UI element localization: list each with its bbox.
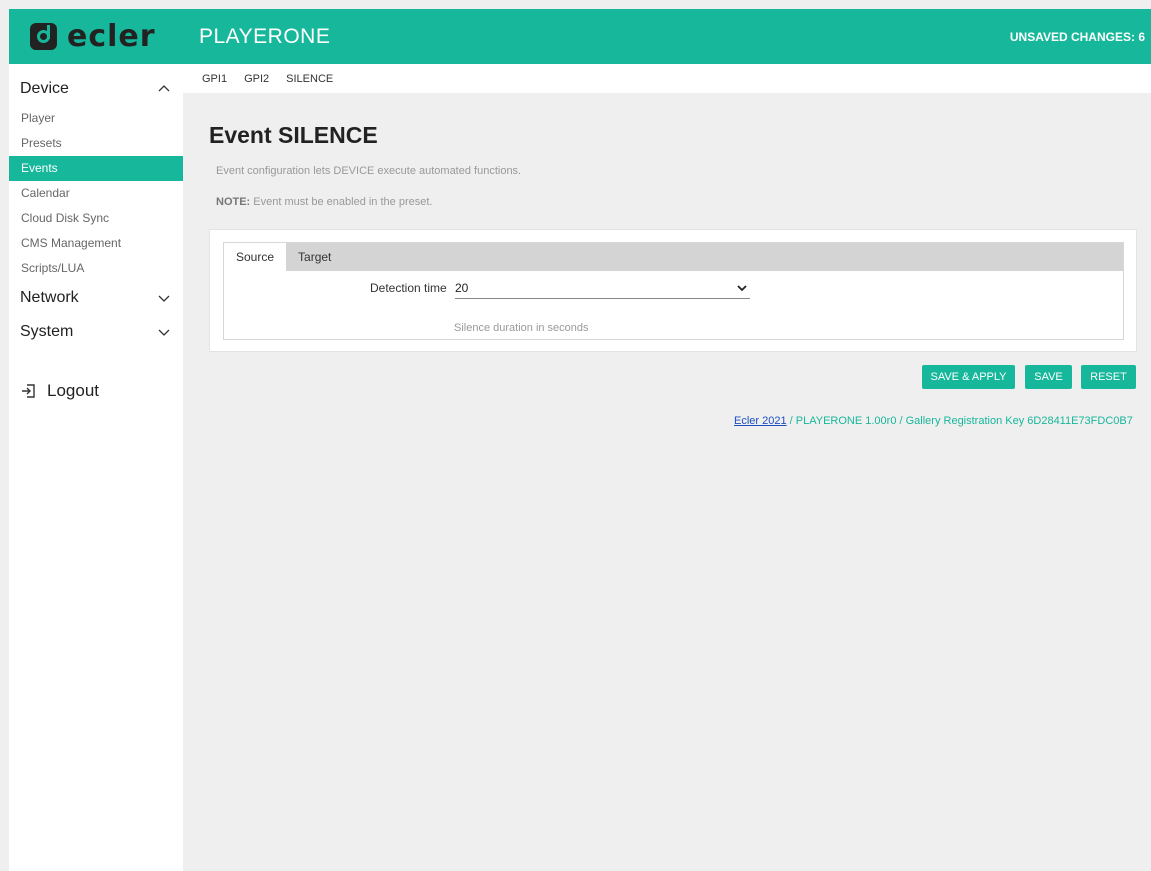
save-button[interactable]: SAVE bbox=[1025, 365, 1072, 389]
sidebar-group-label: Device bbox=[20, 80, 69, 97]
note-text: Event must be enabled in the preset. bbox=[250, 196, 433, 208]
footer: Ecler 2021 / PLAYERONE 1.00r0 / Gallery … bbox=[734, 415, 1133, 427]
event-config-panel: Source Target Detection time 20 Silence … bbox=[209, 229, 1137, 352]
event-config-tabs-container: Source Target Detection time 20 Silence … bbox=[223, 242, 1124, 340]
sidebar-item-events[interactable]: Events bbox=[9, 156, 183, 181]
top-header: ecler PLAYERONE UNSAVED CHANGES: 6 bbox=[9, 9, 1151, 64]
app-title: PLAYERONE bbox=[199, 24, 331, 48]
sidebar-group-label: Network bbox=[20, 289, 79, 306]
tab-target[interactable]: Target bbox=[286, 243, 343, 271]
sidebar-item-cms-management[interactable]: CMS Management bbox=[9, 231, 183, 256]
sidebar-device-items: Player Presets Events Calendar Cloud Dis… bbox=[9, 106, 183, 281]
note-label: NOTE: bbox=[216, 196, 251, 208]
reset-button[interactable]: RESET bbox=[1081, 365, 1136, 389]
ecler-link[interactable]: Ecler 2021 bbox=[734, 415, 787, 427]
footer-text: / PLAYERONE 1.00r0 / Gallery Registratio… bbox=[786, 415, 1133, 427]
logout-label: Logout bbox=[47, 381, 99, 400]
brand-text: ecler bbox=[67, 18, 156, 54]
chevron-down-icon bbox=[158, 295, 170, 302]
chevron-down-icon bbox=[158, 329, 170, 336]
unsaved-changes-indicator[interactable]: UNSAVED CHANGES: 6 bbox=[1010, 30, 1145, 44]
sidebar-item-scripts-lua[interactable]: Scripts/LUA bbox=[9, 256, 183, 281]
logout-icon bbox=[22, 384, 35, 398]
detection-time-label: Detection time bbox=[370, 281, 447, 295]
tab-gpi2[interactable]: GPI2 bbox=[244, 73, 269, 85]
page-description: Event configuration lets DEVICE execute … bbox=[216, 165, 522, 177]
sidebar-item-player[interactable]: Player bbox=[9, 106, 183, 131]
sidebar-item-presets[interactable]: Presets bbox=[9, 131, 183, 156]
chevron-down-icon bbox=[737, 285, 747, 292]
sidebar-group-network[interactable]: Network bbox=[9, 281, 183, 315]
ecler-logo[interactable]: ecler bbox=[9, 9, 183, 64]
page-note: NOTE: Event must be enabled in the prese… bbox=[216, 196, 432, 208]
sidebar-item-cloud-disk-sync[interactable]: Cloud Disk Sync bbox=[9, 206, 183, 231]
ecler-logo-icon bbox=[30, 23, 57, 50]
sidebar-group-label: System bbox=[20, 323, 74, 340]
sidebar: Device Player Presets Events Calendar Cl… bbox=[9, 64, 183, 871]
tab-gpi1[interactable]: GPI1 bbox=[202, 73, 227, 85]
detection-time-value: 20 bbox=[455, 280, 469, 295]
sidebar-group-system[interactable]: System bbox=[9, 315, 183, 349]
sidebar-item-calendar[interactable]: Calendar bbox=[9, 181, 183, 206]
page-title: Event SILENCE bbox=[209, 122, 378, 148]
tab-source[interactable]: Source bbox=[224, 243, 287, 271]
detection-time-select[interactable]: 20 bbox=[455, 277, 750, 299]
detection-time-hint: Silence duration in seconds bbox=[454, 322, 589, 334]
event-tabs-bar: GPI1 GPI2 SILENCE bbox=[183, 64, 1151, 93]
save-and-apply-button[interactable]: SAVE & APPLY bbox=[922, 365, 1015, 389]
logout-button[interactable]: Logout bbox=[9, 381, 183, 401]
sidebar-group-device[interactable]: Device bbox=[9, 72, 183, 106]
tab-silence[interactable]: SILENCE bbox=[286, 73, 333, 85]
config-tabs: Source Target bbox=[224, 243, 1123, 271]
chevron-up-icon bbox=[158, 85, 170, 92]
